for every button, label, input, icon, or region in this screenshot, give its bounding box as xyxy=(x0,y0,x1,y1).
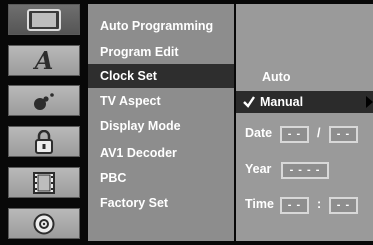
disc-icon xyxy=(33,213,55,234)
menu-item-program-edit[interactable]: Program Edit xyxy=(88,40,234,64)
time-separator: : xyxy=(317,197,322,211)
arrow-right-icon xyxy=(366,96,373,108)
year-label: Year xyxy=(245,162,272,176)
disc-settings-button[interactable] xyxy=(8,208,80,239)
menu-item-tv-aspect[interactable]: TV Aspect xyxy=(88,89,234,113)
setup-screen: A Auto Programming Program Edit Clock Se… xyxy=(0,0,373,245)
menu-item-factory-set[interactable]: Factory Set xyxy=(88,191,234,215)
menu-item-pbc[interactable]: PBC xyxy=(88,166,234,190)
display-icon xyxy=(27,8,61,31)
lock-settings-button[interactable] xyxy=(8,126,80,157)
option-auto-label: Auto xyxy=(262,70,291,84)
menu-item-display-mode[interactable]: Display Mode xyxy=(88,114,234,138)
menu-item-clock-set[interactable]: Clock Set xyxy=(88,64,234,88)
time-label: Time xyxy=(245,197,274,211)
display-settings-button[interactable] xyxy=(8,4,80,35)
year-field[interactable]: - - - - xyxy=(281,162,329,179)
audio-icon xyxy=(34,92,54,110)
menu-item-av1-decoder[interactable]: AV1 Decoder xyxy=(88,141,234,165)
check-icon xyxy=(243,96,255,108)
option-auto[interactable]: Auto xyxy=(236,66,373,88)
menu-item-auto-programming[interactable]: Auto Programming xyxy=(88,14,234,38)
date-label: Date xyxy=(245,126,273,140)
lock-icon xyxy=(35,129,53,154)
setup-menu: Auto Programming Program Edit Clock Set … xyxy=(88,4,234,241)
clock-set-panel: Auto Manual Date - - / - - Year - - - - … xyxy=(236,4,373,241)
option-manual-label: Manual xyxy=(260,95,304,109)
time-hour-field[interactable]: - - xyxy=(280,197,309,214)
film-icon xyxy=(33,171,55,194)
date-month-field[interactable]: - - xyxy=(280,126,309,143)
audio-settings-button[interactable] xyxy=(8,85,80,116)
language-settings-button[interactable]: A xyxy=(8,45,80,76)
category-icon-column: A xyxy=(8,4,80,241)
option-manual[interactable]: Manual xyxy=(236,91,373,113)
time-minute-field[interactable]: - - xyxy=(329,197,358,214)
date-day-field[interactable]: - - xyxy=(329,126,358,143)
date-separator: / xyxy=(317,126,321,140)
language-icon: A xyxy=(34,46,54,75)
other-settings-button[interactable] xyxy=(8,167,80,198)
